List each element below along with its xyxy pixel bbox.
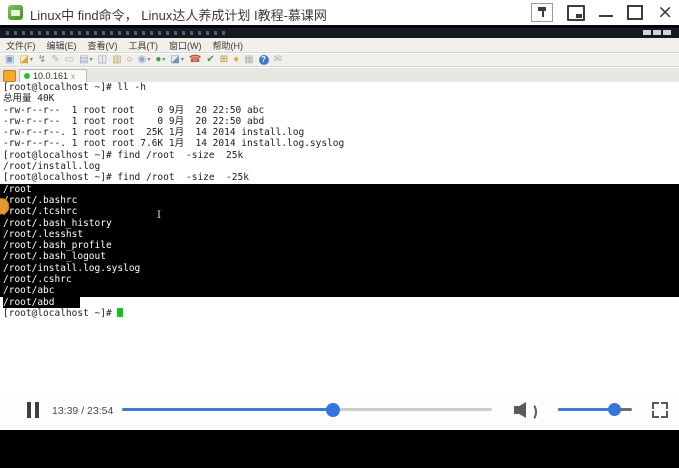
player-controls: 13:39 / 23:54 <box>0 392 679 430</box>
crt-window-buttons <box>643 30 671 35</box>
terminal-line: /root/.tcshrc <box>0 206 679 218</box>
seek-thumb[interactable] <box>325 403 340 417</box>
pin-on-top-icon[interactable] <box>531 3 554 22</box>
close-icon[interactable]: × <box>657 3 673 22</box>
terminal-line: /root/.bash_history <box>0 217 679 229</box>
terminal-line: [root@localhost ~]# ll -h <box>3 82 146 93</box>
tile-sessions-icon[interactable]: ⊞ <box>220 55 228 65</box>
terminal-line: /root/.bash_profile <box>0 240 679 252</box>
volume-fill <box>558 408 614 411</box>
reconnect-icon[interactable]: ▭ <box>65 55 74 65</box>
volume-slider[interactable] <box>558 403 632 416</box>
pause-button[interactable] <box>27 402 39 418</box>
crt-title-text-blur <box>6 31 226 35</box>
video-player-window: Linux中 find命令， Linux达人养成计划 I教程-慕课网 × 文件(… <box>0 0 679 468</box>
menu-item[interactable]: 窗口(W) <box>169 39 202 52</box>
copy-icon[interactable]: ◫ <box>98 55 107 65</box>
terminal-area[interactable]: [root@localhost ~]# ll -h 总用量 40K -rw-r--r… <box>0 82 679 430</box>
chat-icon[interactable]: ✉ <box>274 55 282 65</box>
maximize-icon[interactable] <box>627 5 644 20</box>
terminal-cursor <box>117 307 124 317</box>
new-session-icon[interactable]: ▣ <box>5 55 14 65</box>
terminal-lines: [root@localhost ~]# ll -h 总用量 40K -rw-r--r… <box>0 82 679 319</box>
seek-bar[interactable] <box>122 403 492 417</box>
quick-connect-icon[interactable]: ◪ ▾ <box>19 55 32 65</box>
terminal-line: -rw-r--r--. 1 root root 25K 1月 14 2014 i… <box>3 127 305 139</box>
terminal-line: /root/.bash_logout <box>0 251 679 263</box>
tab-bar: 10.0.161 x <box>0 68 679 83</box>
terminal-line: 总用量 40K <box>3 93 55 105</box>
crt-titlebar <box>0 28 679 38</box>
menu-item[interactable]: 文件(F) <box>6 39 36 52</box>
toolbar: ▣ ◪ ▾ ↯ ✎ ▭ ▤ ▾ ◫ ▥ ○ ◉ ▾ ● ▾ ◪ ▾ ☎ ✔ ⊞ ● ▦? ✉ <box>0 54 679 67</box>
session-tab[interactable]: 10.0.161 x <box>19 69 87 82</box>
terminal-line: /root/.lesshst <box>0 228 679 241</box>
tab-scroll-button[interactable] <box>3 70 16 82</box>
transfer-icon[interactable]: ◪ ▾ <box>170 55 183 65</box>
terminal-line: /root/install.log <box>3 161 101 173</box>
app-favicon-icon <box>8 5 23 20</box>
minimize-icon[interactable] <box>599 14 614 17</box>
help-icon[interactable]: ? <box>258 55 269 65</box>
text-ibeam-cursor: I <box>157 210 161 221</box>
menu-bar: 文件(F) 编辑(E) 查看(V) 工具(T) 窗口(W) 帮助(H) <box>0 38 679 53</box>
terminal-line: -rw-r--r--. 1 root root 7.6K 1月 14 2014 … <box>3 138 345 150</box>
time-display: 13:39 / 23:54 <box>52 405 114 417</box>
terminal-line: /root/abc <box>0 285 679 297</box>
ok-icon[interactable]: ✔ <box>206 55 214 65</box>
menu-item[interactable]: 查看(V) <box>88 39 118 52</box>
terminal-line: [root@localhost ~]# <box>3 307 679 319</box>
terminal-line: /root/.cshrc <box>0 274 679 286</box>
paste-icon[interactable]: ▥ <box>112 55 121 65</box>
tab-close-icon[interactable]: x <box>71 72 75 81</box>
window-titlebar: Linux中 find命令， Linux达人养成计划 I教程-慕课网 × <box>0 0 679 25</box>
print-icon[interactable]: ▤ ▾ <box>79 55 92 65</box>
session-status-icon <box>24 73 30 79</box>
terminal-line: [root@localhost ~]# find /root -size -25… <box>3 172 249 184</box>
terminal-line: -rw-r--r-- 1 root root 0 9月 20 22:50 abd <box>3 115 265 127</box>
terminal-line: /root <box>0 183 679 195</box>
connect-icon[interactable]: ↯ <box>38 55 46 65</box>
menu-item[interactable]: 工具(T) <box>129 39 159 52</box>
terminal-line: [root@localhost ~]# find /root -size 25k <box>3 149 244 161</box>
menu-item[interactable]: 编辑(E) <box>47 39 77 52</box>
volume-thumb[interactable] <box>607 403 621 416</box>
web-icon[interactable]: ● ▾ <box>155 55 165 65</box>
cascade-icon[interactable]: ▦ <box>244 55 253 65</box>
terminal-line: -rw-r--r-- 1 root root 0 9月 20 22:50 abc <box>3 104 265 116</box>
edit-icon[interactable]: ✎ <box>51 55 59 65</box>
lock-icon[interactable]: ● <box>233 55 239 65</box>
disconnect-icon[interactable]: ☎ <box>189 55 201 65</box>
fullscreen-icon[interactable] <box>652 402 668 418</box>
mini-player-icon[interactable] <box>567 4 586 21</box>
window-title: Linux中 find命令， Linux达人养成计划 I教程-慕课网 <box>30 8 327 23</box>
volume-icon[interactable] <box>514 400 537 421</box>
session-options-icon[interactable]: ◉ ▾ <box>138 55 151 65</box>
terminal-line: /root/abd <box>3 296 679 308</box>
terminal-line: /root/install.log.syslog <box>0 262 679 275</box>
letterbox-bottom <box>0 430 679 468</box>
terminal-line: /root/.bashrc <box>0 194 679 207</box>
session-tab-label: 10.0.161 <box>33 71 69 81</box>
menu-item[interactable]: 帮助(H) <box>213 39 244 52</box>
seek-fill <box>122 408 333 411</box>
find-icon[interactable]: ○ <box>127 55 133 65</box>
window-controls: × <box>531 0 673 25</box>
